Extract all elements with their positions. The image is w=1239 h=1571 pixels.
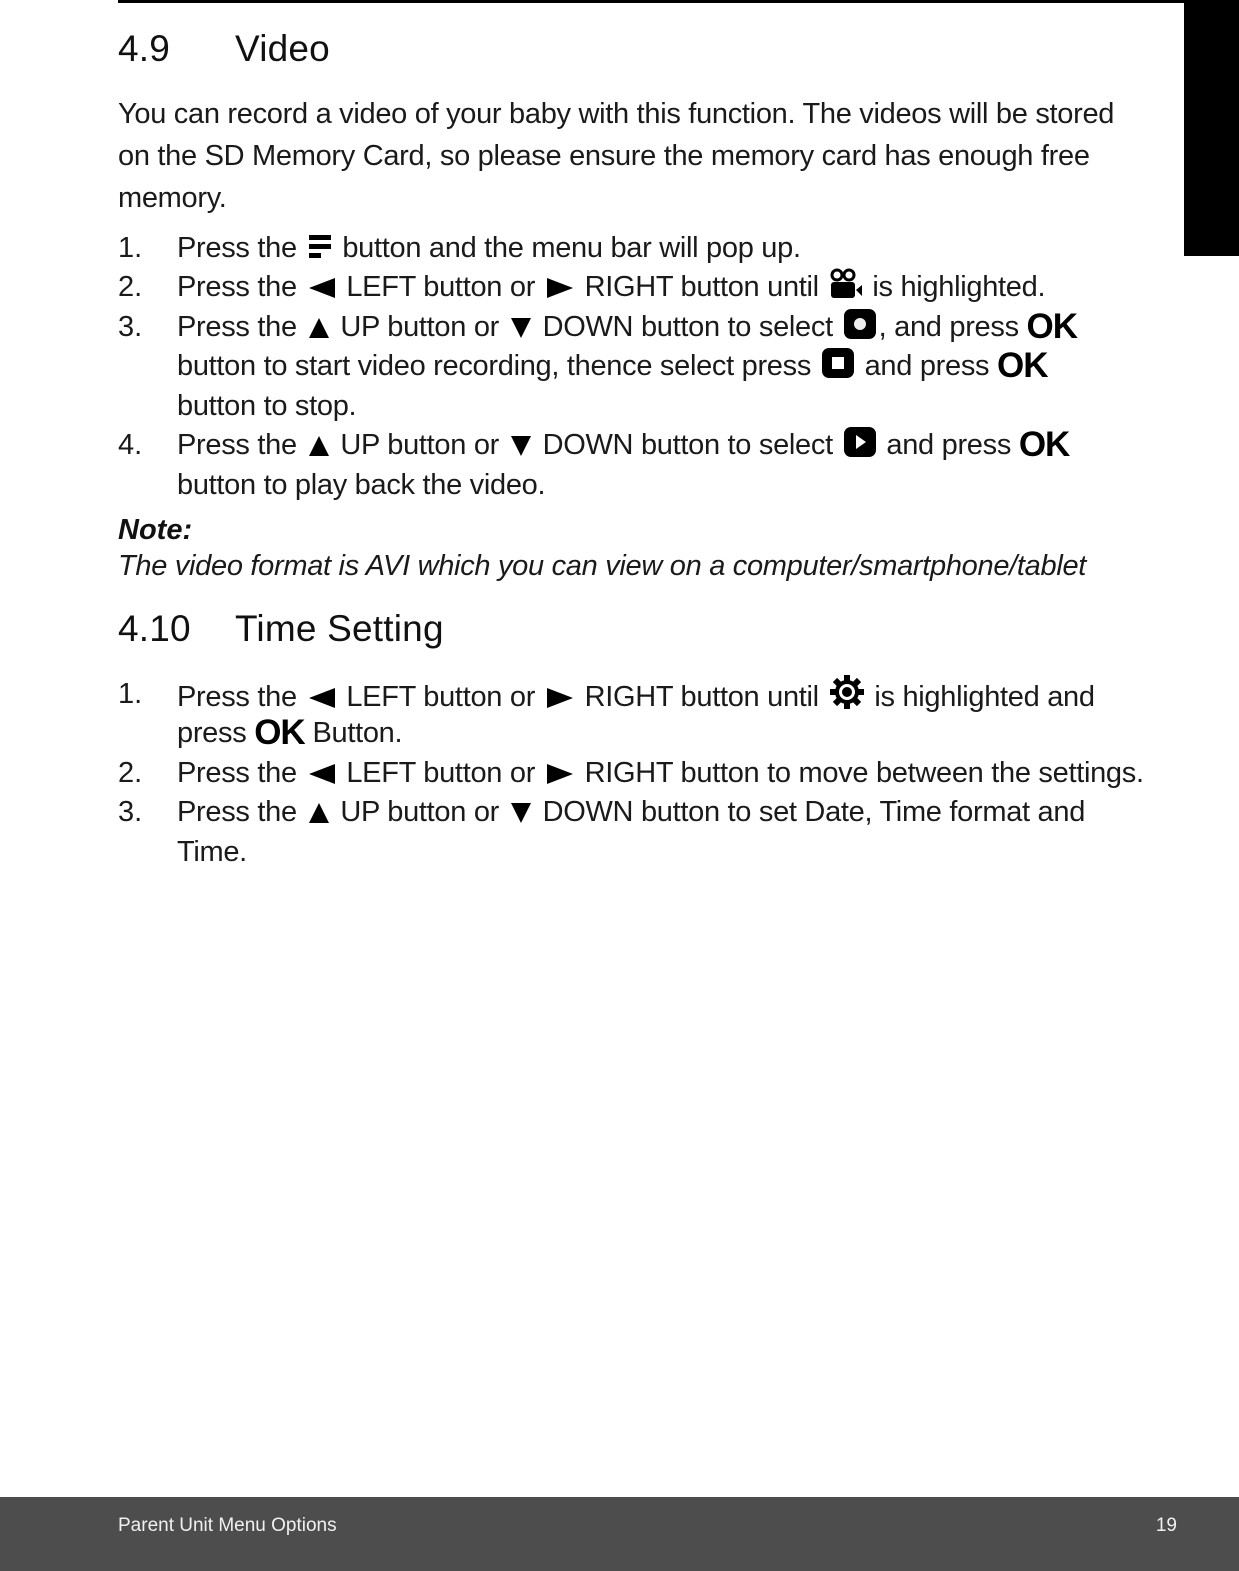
down-triangle-icon — [510, 318, 531, 338]
video-step-3-line-2: button to start video recording, thence … — [177, 346, 1049, 386]
step-text: Press the — [177, 681, 297, 713]
intro-line-2: on the SD Memory Card, so please ensure … — [118, 140, 1090, 172]
up-triangle-icon — [308, 803, 329, 823]
video-step-4-line-2: button to play back the video. — [177, 469, 546, 501]
step-number: 2. — [118, 271, 143, 303]
step-text: DOWN button to select — [542, 311, 834, 343]
time-step-1-line-1: Press the LEFT button or RIGHT button un… — [177, 674, 1095, 717]
video-step-3-line-3: button to stop. — [177, 390, 357, 422]
right-triangle-icon — [546, 764, 573, 784]
step-text: LEFT button or — [346, 681, 536, 713]
page-number: 19 — [1155, 1515, 1177, 1536]
note-title: Note: — [118, 514, 193, 546]
step-text: and press — [886, 429, 1012, 461]
section-title: Video — [235, 28, 330, 69]
step-number: 3. — [118, 311, 143, 343]
menu-bars-icon — [308, 235, 331, 258]
left-triangle-icon — [308, 278, 335, 298]
intro-line-3: memory. — [118, 182, 227, 214]
stop-icon — [821, 348, 854, 378]
ok-button-glyph: OK — [997, 346, 1048, 385]
time-step-3-line-1: Press the UP button or DOWN button to se… — [177, 792, 1085, 832]
step-text: RIGHT button to move between the setting… — [584, 757, 1144, 789]
section-number: 4.9 — [118, 28, 171, 69]
step-text: Button. — [312, 717, 403, 749]
time-step-2: Press the LEFT button or RIGHT button to… — [177, 753, 1144, 793]
ok-button-glyph: OK — [1026, 307, 1078, 346]
step-text: Press the — [177, 232, 297, 264]
time-step-1-line-2: press OK Button. — [177, 713, 403, 753]
step-text: Press the — [177, 757, 297, 789]
record-icon — [843, 309, 876, 339]
section-number: 4.10 — [118, 608, 191, 649]
step-text: Press the — [177, 271, 297, 303]
step-text: UP button or — [340, 429, 500, 461]
down-triangle-icon — [510, 436, 531, 456]
step-number: 2. — [118, 757, 143, 789]
video-step-2: Press the LEFT button or RIGHT button un… — [177, 267, 1046, 307]
footer-title: Parent Unit Menu Options — [118, 1515, 337, 1536]
step-text: LEFT button or — [346, 271, 536, 303]
up-triangle-icon — [308, 318, 329, 338]
step-text: and press — [864, 350, 990, 382]
step-text: UP button or — [340, 796, 500, 828]
step-number: 4. — [118, 429, 143, 461]
step-text: button to start video recording, thence … — [177, 350, 812, 382]
step-text: UP button or — [340, 311, 500, 343]
up-triangle-icon — [308, 436, 329, 456]
step-text: , and press — [878, 311, 1019, 343]
step-text: Press the — [177, 311, 297, 343]
step-text: press — [177, 717, 247, 749]
step-text: is highlighted and — [874, 681, 1095, 713]
step-text: RIGHT button until — [584, 271, 820, 303]
chapter-tab — [1184, 0, 1239, 256]
page-footer: Parent Unit Menu Options 19 — [0, 1497, 1239, 1571]
step-text: DOWN button to set Date, Time format and — [542, 796, 1086, 828]
step-text: Press the — [177, 429, 297, 461]
step-text: is highlighted. — [872, 271, 1046, 303]
right-triangle-icon — [546, 688, 573, 708]
video-step-1: Press the button and the menu bar will p… — [177, 228, 801, 268]
gear-icon — [829, 675, 864, 709]
section-title: Time Setting — [235, 608, 444, 649]
section-heading-video: 4.9 Video — [118, 28, 330, 70]
play-icon — [843, 427, 876, 457]
section-heading-time-setting: 4.10 Time Setting — [118, 608, 444, 650]
top-rule — [118, 0, 1188, 3]
ok-button-glyph: OK — [254, 713, 305, 752]
left-triangle-icon — [308, 764, 335, 784]
step-number: 3. — [118, 796, 143, 828]
time-step-3-line-2: Time. — [177, 836, 247, 868]
video-camera-icon — [830, 268, 862, 298]
intro-line-1: You can record a video of your baby with… — [118, 98, 1115, 130]
video-step-3-line-1: Press the UP button or DOWN button to se… — [177, 307, 1078, 347]
right-triangle-icon — [546, 278, 573, 298]
step-text: Press the — [177, 796, 297, 828]
step-text: RIGHT button until — [584, 681, 820, 713]
step-text: LEFT button or — [346, 757, 536, 789]
step-number: 1. — [118, 678, 143, 710]
step-text: button and the menu bar will pop up. — [342, 232, 801, 264]
step-number: 1. — [118, 232, 143, 264]
step-text: DOWN button to select — [542, 429, 834, 461]
ok-button-glyph: OK — [1018, 425, 1070, 464]
note-text: The video format is AVI which you can vi… — [118, 550, 1087, 582]
video-step-4-line-1: Press the UP button or DOWN button to se… — [177, 425, 1070, 465]
left-triangle-icon — [308, 688, 335, 708]
down-triangle-icon — [510, 803, 531, 823]
